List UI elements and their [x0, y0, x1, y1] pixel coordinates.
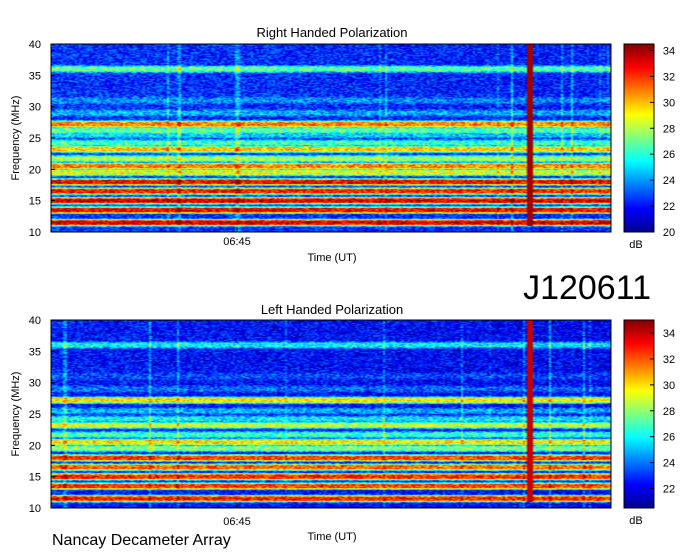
colorbar-label: dB — [629, 239, 642, 251]
x-axis-label: Time (UT) — [307, 252, 356, 264]
y-axis-label: Frequency (MHz) — [10, 96, 22, 181]
y-tick-label: 15 — [29, 196, 41, 208]
instrument-name: Nancay Decameter Array — [52, 532, 231, 549]
y-tick-label: 10 — [29, 227, 41, 239]
colorbar — [623, 43, 655, 233]
spectrogram-image — [51, 320, 611, 508]
y-tick-label: 40 — [29, 315, 41, 327]
colorbar-tick-label: 32 — [663, 354, 675, 366]
colorbar-tick-label: 32 — [663, 71, 675, 83]
right-polarization-panel: Right Handed Polarization 10 15 20 25 30 35 40… — [10, 25, 675, 264]
colorbar-tick-label: 22 — [663, 201, 675, 213]
spectrogram-figure: Right Handed Polarization 10 15 20 25 30 35 40… — [10, 25, 675, 549]
y-tick-label: 15 — [29, 472, 41, 484]
colorbar-tick-label: 30 — [663, 380, 675, 392]
y-tick-label: 20 — [29, 164, 41, 176]
y-tick-label: 20 — [29, 440, 41, 452]
y-tick-label: 30 — [29, 102, 41, 114]
colorbar — [623, 319, 655, 509]
panel-title: Right Handed Polarization — [256, 25, 407, 40]
colorbar-tick-label: 20 — [663, 227, 675, 239]
y-tick-label: 25 — [29, 409, 41, 421]
colorbar-tick-label: 34 — [663, 45, 675, 57]
spectrogram-image — [51, 44, 611, 232]
colorbar-tick-label: 34 — [663, 328, 675, 340]
y-tick-label: 40 — [29, 39, 41, 51]
y-axis-label: Frequency (MHz) — [10, 372, 22, 457]
colorbar-tick-label: 24 — [663, 175, 675, 187]
colorbar-tick-label: 28 — [663, 406, 675, 418]
panel-title: Left Handed Polarization — [261, 302, 403, 317]
left-polarization-panel: Left Handed Polarization 10152025303540 … — [10, 302, 675, 543]
observation-id: J120611 — [523, 269, 651, 307]
y-tick-label: 35 — [29, 70, 41, 82]
colorbar-tick-label: 26 — [663, 149, 675, 161]
colorbar-tick-label: 28 — [663, 123, 675, 135]
colorbar-tick-label: 24 — [663, 458, 675, 470]
x-axis-label: Time (UT) — [307, 531, 356, 543]
colorbar-tick-label: 26 — [663, 432, 675, 444]
y-tick-label: 35 — [29, 346, 41, 358]
y-tick-label: 10 — [29, 503, 41, 515]
x-tick-label: 06:45 — [223, 516, 251, 528]
colorbar-tick-label: 22 — [663, 484, 675, 496]
y-tick-label: 25 — [29, 133, 41, 145]
colorbar-tick-label: 30 — [663, 97, 675, 109]
y-tick-label: 30 — [29, 378, 41, 390]
colorbar-label: dB — [629, 515, 642, 527]
x-tick-label: 06:45 — [223, 236, 251, 248]
